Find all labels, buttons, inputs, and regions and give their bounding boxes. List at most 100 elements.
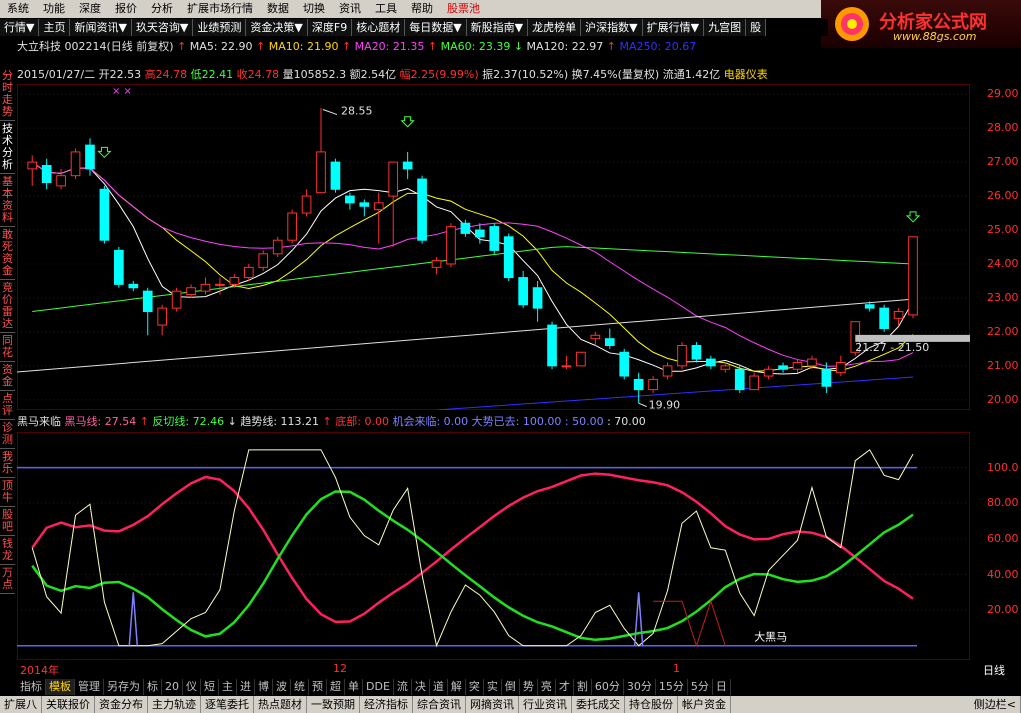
toolbar-button[interactable]: 核心题材 — [352, 19, 406, 36]
candlestick-chart[interactable]: 28.55 19.90 21.27 - 21.50 × × — [17, 84, 970, 410]
toolbar-button[interactable]: 新闻资讯▼ — [70, 19, 132, 36]
menu-item[interactable]: 报价 — [108, 0, 144, 18]
menu-item[interactable]: 股票池 — [440, 0, 487, 18]
status-tab[interactable]: 主力轨迹 — [148, 696, 201, 713]
status-tab[interactable]: 行业资讯 — [519, 696, 572, 713]
status-tab[interactable]: 综合资讯 — [413, 696, 466, 713]
vertical-tab[interactable]: 股吧 — [0, 507, 15, 536]
bottom-tab[interactable]: 5分 — [688, 679, 713, 695]
brand-url[interactable]: www.88gs.com — [893, 30, 976, 43]
indicator-tick-label: 40.00 — [987, 567, 1019, 581]
menu-item[interactable]: 数据 — [260, 0, 296, 18]
heima-line-value: 黑马线: 27.54 — [64, 415, 137, 428]
vertical-tab[interactable]: 万点 — [0, 565, 15, 594]
vertical-tab[interactable]: 基本资料 — [0, 174, 15, 227]
status-tab[interactable]: 网摘资讯 — [466, 696, 519, 713]
vertical-tab[interactable]: 分时走势 — [0, 68, 15, 121]
vertical-tab[interactable]: 竞价雷达 — [0, 280, 15, 333]
bottom-tab[interactable]: 进 — [237, 679, 255, 695]
menu-item[interactable]: 工具 — [368, 0, 404, 18]
bottom-tab[interactable]: 解 — [448, 679, 466, 695]
bottom-tab[interactable]: 道 — [430, 679, 448, 695]
ma60-value: MA60: 23.39 — [440, 40, 511, 53]
menu-item[interactable]: 系统 — [0, 0, 36, 18]
status-tab[interactable]: 扩展八 — [0, 696, 42, 713]
toolbar-button[interactable]: 沪深指数▼ — [581, 19, 643, 36]
vertical-tab[interactable]: 资金 — [0, 362, 15, 391]
toolbar-button[interactable]: 业绩预测 — [193, 19, 247, 36]
bottom-tab[interactable]: 势 — [520, 679, 538, 695]
vertical-tab[interactable]: 顶牛 — [0, 478, 15, 507]
bottom-tab[interactable]: 才 — [556, 679, 574, 695]
menu-item[interactable]: 资讯 — [332, 0, 368, 18]
toolbar-button[interactable]: 九宫图 — [704, 19, 747, 36]
toolbar-button[interactable]: 扩展行情▼ — [642, 19, 705, 36]
bottom-tab[interactable]: 波 — [273, 679, 291, 695]
status-tab[interactable]: 热点题材 — [254, 696, 307, 713]
bottom-tab[interactable]: 短 — [201, 679, 219, 695]
bottom-tab[interactable]: 亮 — [538, 679, 556, 695]
status-tab[interactable]: 侧边栏< — [970, 696, 1021, 713]
status-tab[interactable]: 委托成交 — [572, 696, 625, 713]
bottom-tab[interactable]: 60分 — [592, 679, 624, 695]
menu-item[interactable]: 分析 — [144, 0, 180, 18]
bottom-tab[interactable]: 30分 — [624, 679, 656, 695]
menu-item[interactable]: 帮助 — [404, 0, 440, 18]
bottom-tab[interactable]: 20 — [162, 679, 183, 695]
toolbar-button[interactable]: 玖天咨询▼ — [131, 19, 194, 36]
up-arrow-icon: ↑ — [341, 40, 352, 53]
menu-item[interactable]: 切换 — [296, 0, 332, 18]
bottom-tab[interactable]: DDE — [363, 679, 394, 695]
status-tab[interactable]: 关联报价 — [42, 696, 95, 713]
bottom-tab[interactable]: 博 — [255, 679, 273, 695]
vertical-tab[interactable]: 技术分析 — [0, 121, 15, 174]
period-label[interactable]: 日线 — [983, 662, 1005, 678]
toolbar-button[interactable]: 新股指南▼ — [466, 19, 529, 36]
cross-mark-icon: × × — [112, 86, 132, 97]
bottom-tab[interactable]: 单 — [345, 679, 363, 695]
menu-item[interactable]: 扩展市场行情 — [180, 0, 260, 18]
menu-item[interactable]: 功能 — [36, 0, 72, 18]
candle-body — [345, 195, 355, 204]
bottom-tab[interactable]: 倒 — [502, 679, 520, 695]
bottom-tab[interactable]: 实 — [484, 679, 502, 695]
bottom-tab[interactable]: 预 — [309, 679, 327, 695]
bottom-tab[interactable]: 割 — [574, 679, 592, 695]
vertical-tab[interactable]: 同花 — [0, 333, 15, 362]
status-tab[interactable]: 逐笔委托 — [201, 696, 254, 713]
bottom-tab[interactable]: 15分 — [656, 679, 688, 695]
vertical-tab[interactable]: 钱龙 — [0, 536, 15, 565]
toolbar-button[interactable]: 主页 — [39, 19, 71, 36]
status-tab[interactable]: 资金分布 — [95, 696, 148, 713]
bottom-tab[interactable]: 超 — [327, 679, 345, 695]
indicator-chart[interactable]: 大黑马 — [17, 432, 970, 660]
status-tab[interactable]: 一致预期 — [307, 696, 360, 713]
toolbar-button[interactable]: 行情▼ — [0, 19, 40, 36]
vertical-tab[interactable]: 点评 — [0, 391, 15, 420]
bottom-tab[interactable]: 指标 — [17, 679, 46, 695]
bottom-tab[interactable]: 统 — [291, 679, 309, 695]
bottom-tab[interactable]: 突 — [466, 679, 484, 695]
vertical-tab[interactable]: 诊测 — [0, 420, 15, 449]
vertical-tab[interactable]: 我乐 — [0, 449, 15, 478]
toolbar-button[interactable]: 深度F9 — [307, 19, 353, 36]
bottom-tab[interactable]: 标 — [144, 679, 162, 695]
menu-item[interactable]: 深度 — [72, 0, 108, 18]
bottom-tab[interactable]: 管理 — [75, 679, 104, 695]
status-tab[interactable]: 持仓股份 — [625, 696, 678, 713]
toolbar-button[interactable]: 股 — [746, 19, 767, 36]
bottom-tab[interactable]: 模板 — [46, 679, 75, 695]
vertical-tab[interactable]: 敢死资金 — [0, 227, 15, 280]
bottom-tab[interactable]: 仪 — [183, 679, 201, 695]
toolbar-button[interactable]: 资金决策▼ — [246, 19, 308, 36]
bottom-tab[interactable]: 另存为 — [104, 679, 144, 695]
bottom-tab[interactable]: 主 — [219, 679, 237, 695]
toolbar-button[interactable]: 龙虎榜单 — [528, 19, 582, 36]
toolbar-button[interactable]: 每日数据▼ — [405, 19, 467, 36]
bottom-tab[interactable]: 流 — [394, 679, 412, 695]
bottom-tab[interactable]: 日 — [713, 679, 731, 695]
bottom-tab[interactable]: 决 — [412, 679, 430, 695]
candle-body — [749, 375, 760, 391]
status-tab[interactable]: 帐户资金 — [678, 696, 731, 713]
status-tab[interactable]: 经济指标 — [360, 696, 413, 713]
